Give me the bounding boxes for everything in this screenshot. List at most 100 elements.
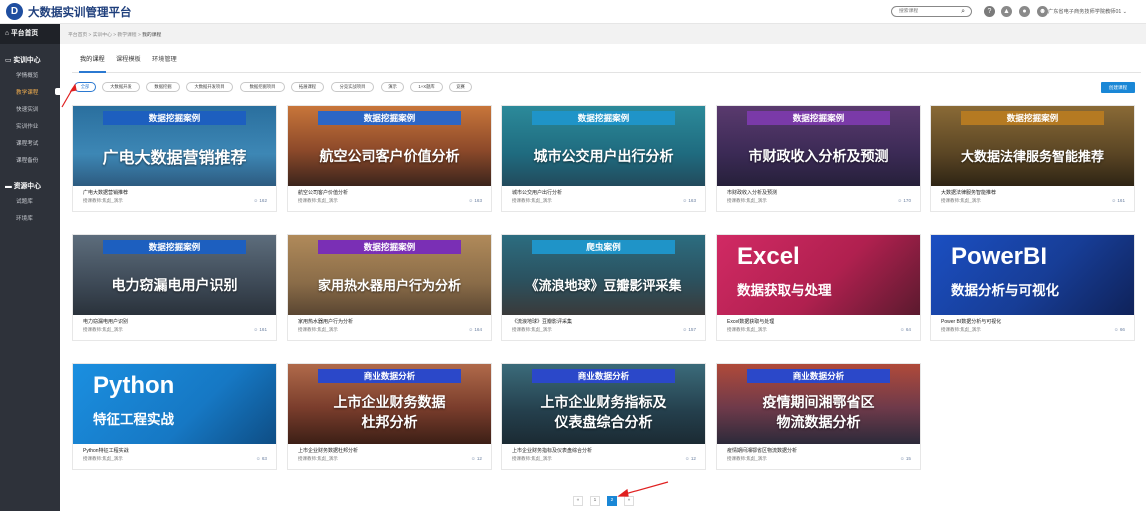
course-banner[interactable]: Python 特征工程实战 bbox=[73, 364, 276, 444]
course-title[interactable]: 市财政收入分析及预测 bbox=[727, 189, 912, 196]
chip-practice-project[interactable]: 分竞实战项目 bbox=[331, 82, 374, 92]
sidebar-item-exam[interactable]: 课程考试 bbox=[0, 139, 60, 147]
course-title[interactable]: 上市企业财务数据杜邦分析 bbox=[298, 447, 483, 454]
course-card[interactable]: 数据挖掘案例 大数据法律服务智能推荐 大数据法律服务智能推荐 授课教师:焦彪_演示 ☺ … bbox=[930, 105, 1135, 212]
course-card[interactable]: 商业数据分析 疫情期间湘鄂省区 物流数据分析 疫情期间湘鄂省区物流数据分析 授课教师:焦… bbox=[716, 363, 921, 470]
user-icon: ☺ bbox=[253, 327, 259, 332]
course-title[interactable]: 《流浪地球》豆瓣影评采集 bbox=[512, 318, 697, 325]
student-count-value: 163 bbox=[474, 198, 482, 203]
help-icon[interactable]: ? bbox=[984, 6, 995, 17]
course-title[interactable]: Power BI数据分析与可视化 bbox=[941, 318, 1126, 325]
home-icon: ⌂ bbox=[5, 30, 10, 37]
course-card[interactable]: Python 特征工程实战 Python特征工程实战 授课教师:焦彪_演示 ☺ 63 bbox=[72, 363, 277, 470]
tab-environment[interactable]: 环境管理 bbox=[152, 54, 177, 63]
sidebar-item-quick-training[interactable]: 快速实训 bbox=[0, 105, 60, 113]
sidebar: ⌂ 平台首页 ▭ 实训中心 学情概览 教学课程 快速实训 实训作业 课程考试 课… bbox=[0, 24, 60, 511]
sidebar-group-resources[interactable]: ▬ 资源中心 bbox=[0, 180, 60, 190]
brand-title: 大数据实训管理平台 bbox=[28, 7, 132, 19]
sidebar-item-env-bank[interactable]: 环境库 bbox=[0, 214, 60, 222]
teacher-name: 焦彪_演示 bbox=[746, 456, 767, 461]
chip-bigdata-dev[interactable]: 大数据开发 bbox=[102, 82, 140, 92]
sidebar-item-courses[interactable]: 教学课程 bbox=[0, 88, 60, 96]
student-count-value: 157 bbox=[688, 327, 696, 332]
course-banner[interactable]: 数据挖掘案例 广电大数据营销推荐 bbox=[73, 106, 276, 186]
create-course-button[interactable]: 创建课程 bbox=[1101, 82, 1135, 93]
sidebar-item-question-bank[interactable]: 试题库 bbox=[0, 197, 60, 205]
chip-demo[interactable]: 演示 bbox=[381, 82, 404, 92]
course-card[interactable]: 商业数据分析 上市企业财务指标及 仪表盘综合分析 上市企业财务指标及仪表盘综合分析 授课… bbox=[501, 363, 706, 470]
teacher-name: 焦彪_演示 bbox=[317, 198, 338, 203]
avatar-icon[interactable]: ☻ bbox=[1037, 6, 1048, 17]
chip-bigdata-project[interactable]: 大数据开发项目 bbox=[186, 82, 233, 92]
course-title[interactable]: 电力窃漏电用户识别 bbox=[83, 318, 268, 325]
course-teacher: 授课教师:焦彪_演示 bbox=[298, 198, 338, 204]
tab-my-courses[interactable]: 我的课程 bbox=[80, 54, 105, 63]
course-title[interactable]: 疫情期间湘鄂省区物流数据分析 bbox=[727, 447, 912, 454]
course-banner[interactable]: 商业数据分析 上市企业财务数据 杜邦分析 bbox=[288, 364, 491, 444]
tab-course-templates[interactable]: 课程模板 bbox=[116, 54, 141, 63]
student-count: ☺ 15 bbox=[900, 456, 911, 461]
chip-mining-project[interactable]: 数据挖掘项目 bbox=[240, 82, 285, 92]
search-icon[interactable]: ⌕ bbox=[961, 8, 965, 16]
course-card[interactable]: 爬虫案例 《流浪地球》豆瓣影评采集 《流浪地球》豆瓣影评采集 授课教师:焦彪_演示 ☺ … bbox=[501, 234, 706, 341]
sidebar-item-overview[interactable]: 学情概览 bbox=[0, 71, 60, 79]
search-input[interactable] bbox=[899, 7, 954, 16]
course-banner[interactable]: PowerBI 数据分析与可视化 bbox=[931, 235, 1134, 315]
course-title[interactable]: Excel数据获取与处理 bbox=[727, 318, 912, 325]
course-banner[interactable]: 商业数据分析 上市企业财务指标及 仪表盘综合分析 bbox=[502, 364, 705, 444]
breadcrumb-item[interactable]: 教学课程 bbox=[117, 33, 136, 38]
search-box[interactable]: ⌕ bbox=[891, 6, 972, 17]
user-icon: ☺ bbox=[899, 456, 905, 461]
course-card[interactable]: 数据挖掘案例 城市公交用户出行分析 城市公交用户出行分析 授课教师:焦彪_演示 ☺ 16… bbox=[501, 105, 706, 212]
banner-title: 《流浪地球》豆瓣影评采集 bbox=[525, 278, 682, 293]
course-banner[interactable]: 数据挖掘案例 大数据法律服务智能推荐 bbox=[931, 106, 1134, 186]
sidebar-home[interactable]: ⌂ 平台首页 bbox=[0, 24, 60, 44]
course-banner[interactable]: 数据挖掘案例 市财政收入分析及预测 bbox=[717, 106, 920, 186]
page-1-button[interactable]: 1 bbox=[590, 496, 600, 506]
sidebar-item-homework[interactable]: 实训作业 bbox=[0, 122, 60, 130]
course-banner[interactable]: 数据挖掘案例 城市公交用户出行分析 bbox=[502, 106, 705, 186]
course-banner[interactable]: 数据挖掘案例 家用热水器用户行为分析 bbox=[288, 235, 491, 315]
course-title[interactable]: 上市企业财务指标及仪表盘综合分析 bbox=[512, 447, 697, 454]
chip-extension[interactable]: 拓展课程 bbox=[291, 82, 324, 92]
page-2-button[interactable]: 2 bbox=[607, 496, 617, 506]
page-prev-button[interactable]: « bbox=[573, 496, 583, 506]
teacher-label: 授课教师: bbox=[83, 327, 103, 332]
sidebar-group-label: 实训中心 bbox=[13, 57, 41, 64]
banner-caption: 商业数据分析 bbox=[747, 369, 890, 383]
chip-1x[interactable]: 1+X题库 bbox=[410, 82, 443, 92]
course-title[interactable]: 大数据法律服务智能推荐 bbox=[941, 189, 1126, 196]
banner-title: 航空公司客户价值分析 bbox=[319, 148, 460, 164]
page-next-button[interactable]: » bbox=[624, 496, 634, 506]
sidebar-group-training[interactable]: ▭ 实训中心 bbox=[0, 54, 60, 64]
course-banner[interactable]: 商业数据分析 疫情期间湘鄂省区 物流数据分析 bbox=[717, 364, 920, 444]
course-title[interactable]: 家用热水器用户行为分析 bbox=[298, 318, 483, 325]
user-name[interactable]: 广东省电子商务技师学院教师01 ⌄ bbox=[1048, 8, 1127, 15]
course-banner[interactable]: Excel 数据获取与处理 bbox=[717, 235, 920, 315]
course-title[interactable]: 航空公司客户价值分析 bbox=[298, 189, 483, 196]
course-card[interactable]: 数据挖掘案例 市财政收入分析及预测 市财政收入分析及预测 授课教师:焦彪_演示 ☺ 17… bbox=[716, 105, 921, 212]
course-title[interactable]: 城市公交用户出行分析 bbox=[512, 189, 697, 196]
course-banner[interactable]: 数据挖掘案例 电力窃漏电用户识别 bbox=[73, 235, 276, 315]
course-banner[interactable]: 数据挖掘案例 航空公司客户价值分析 bbox=[288, 106, 491, 186]
course-card[interactable]: PowerBI 数据分析与可视化 Power BI数据分析与可视化 授课教师:焦彪_演… bbox=[930, 234, 1135, 341]
course-card[interactable]: 数据挖掘案例 家用热水器用户行为分析 家用热水器用户行为分析 授课教师:焦彪_演示 ☺ … bbox=[287, 234, 492, 341]
breadcrumb-item[interactable]: 平台首页 bbox=[68, 33, 87, 38]
course-title[interactable]: Python特征工程实战 bbox=[83, 447, 268, 454]
course-title[interactable]: 广电大数据营销推荐 bbox=[83, 189, 268, 196]
course-card[interactable]: Excel 数据获取与处理 Excel数据获取与处理 授课教师:焦彪_演示 ☺ 64 bbox=[716, 234, 921, 341]
chip-data-mining[interactable]: 数据挖掘 bbox=[146, 82, 180, 92]
student-count-value: 12 bbox=[476, 456, 482, 461]
course-teacher: 授课教师:焦彪_演示 bbox=[941, 198, 981, 204]
breadcrumb-item[interactable]: 实训中心 bbox=[93, 33, 112, 38]
sidebar-item-backup[interactable]: 课程备份 bbox=[0, 156, 60, 164]
chip-contest[interactable]: 竞赛 bbox=[449, 82, 472, 92]
bell-icon[interactable]: ▲ bbox=[1001, 6, 1012, 17]
message-icon[interactable]: ● bbox=[1019, 6, 1030, 17]
course-card[interactable]: 数据挖掘案例 电力窃漏电用户识别 电力窃漏电用户识别 授课教师:焦彪_演示 ☺ 161 bbox=[72, 234, 277, 341]
course-banner[interactable]: 爬虫案例 《流浪地球》豆瓣影评采集 bbox=[502, 235, 705, 315]
course-card[interactable]: 数据挖掘案例 航空公司客户价值分析 航空公司客户价值分析 授课教师:焦彪_演示 ☺ 16… bbox=[287, 105, 492, 212]
chip-all[interactable]: 全部 bbox=[74, 82, 96, 92]
course-card[interactable]: 数据挖掘案例 广电大数据营销推荐 广电大数据营销推荐 授课教师:焦彪_演示 ☺ 162 bbox=[72, 105, 277, 212]
course-card[interactable]: 商业数据分析 上市企业财务数据 杜邦分析 上市企业财务数据杜邦分析 授课教师:焦彪_演示… bbox=[287, 363, 492, 470]
